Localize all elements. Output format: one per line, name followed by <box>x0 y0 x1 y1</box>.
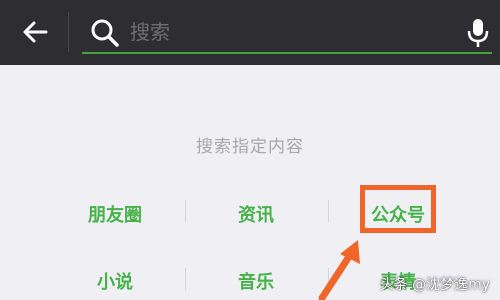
back-button[interactable] <box>15 14 55 50</box>
category-separator <box>328 200 329 222</box>
section-title: 搜索指定内容 <box>196 137 304 157</box>
watermark: 头条 @沈梦逸my <box>379 277 490 293</box>
arrow-left-icon <box>23 21 48 43</box>
search-icon <box>91 19 119 47</box>
pointer-arrow-icon <box>318 240 360 300</box>
highlight-box <box>360 185 436 233</box>
category-novels[interactable]: 小说 <box>55 268 175 294</box>
search-screen: 搜索指定内容 朋友圈 资讯 公众号 小说 音乐 表情 头条 @沈梦逸my <box>0 0 500 300</box>
search-bar <box>82 10 492 54</box>
toolbar-divider <box>68 12 69 52</box>
category-news[interactable]: 资讯 <box>196 201 316 227</box>
category-separator <box>185 268 186 290</box>
category-music[interactable]: 音乐 <box>196 268 316 294</box>
top-bar <box>0 0 500 65</box>
search-underline <box>82 52 492 54</box>
category-separator <box>185 200 186 222</box>
category-moments[interactable]: 朋友圈 <box>55 201 175 227</box>
search-input[interactable] <box>130 16 450 48</box>
microphone-icon[interactable] <box>466 18 490 48</box>
